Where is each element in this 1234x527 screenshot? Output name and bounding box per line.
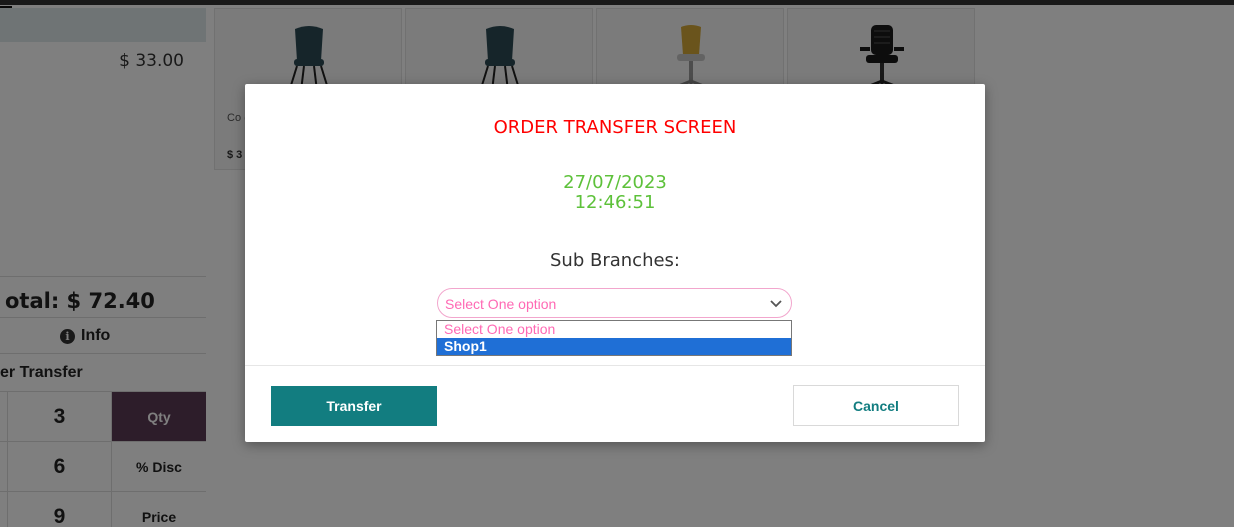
transfer-date: 27/07/2023 bbox=[563, 172, 667, 193]
sub-branch-select[interactable]: Select One option bbox=[437, 288, 792, 318]
sub-branch-dropdown: Select One option Shop1 bbox=[436, 320, 792, 356]
dropdown-option[interactable]: Select One option bbox=[437, 321, 791, 338]
transfer-button[interactable]: Transfer bbox=[271, 386, 437, 426]
modal-footer-divider bbox=[245, 365, 985, 366]
sub-branch-select-value: Select One option bbox=[445, 296, 557, 312]
chevron-down-icon bbox=[770, 300, 782, 308]
order-transfer-modal: ORDER TRANSFER SCREEN 27/07/2023 12:46:5… bbox=[245, 84, 985, 442]
dropdown-option-selected[interactable]: Shop1 bbox=[437, 338, 791, 355]
sub-branches-label: Sub Branches: bbox=[550, 250, 680, 271]
cancel-button[interactable]: Cancel bbox=[793, 385, 959, 426]
transfer-time: 12:46:51 bbox=[574, 192, 656, 213]
modal-title: ORDER TRANSFER SCREEN bbox=[493, 117, 737, 138]
